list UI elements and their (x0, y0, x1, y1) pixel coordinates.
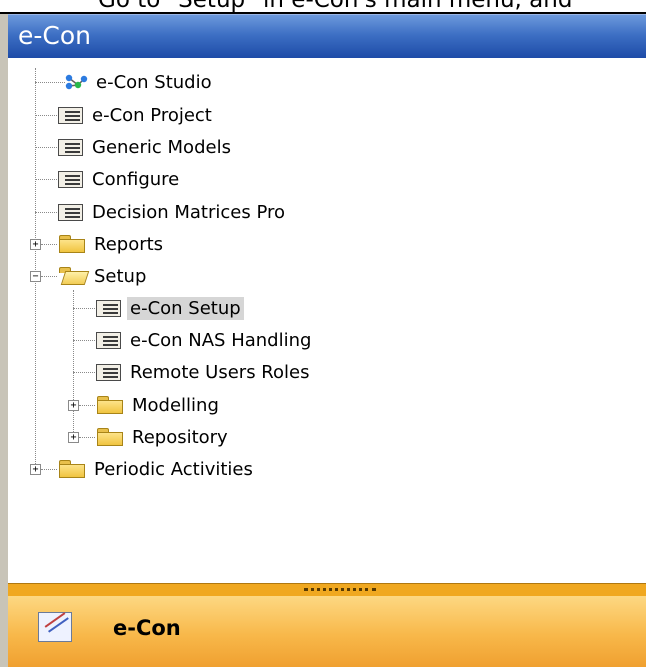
form-list-icon (96, 298, 122, 318)
tree-connector (35, 212, 57, 214)
folder-icon (96, 395, 124, 415)
tree-line-setup (73, 290, 75, 434)
tree-item-label: Setup (94, 265, 147, 287)
collapse-setup-button[interactable]: − (30, 271, 41, 282)
tree-connector (35, 147, 57, 149)
tree-item-reports[interactable]: Reports (58, 230, 166, 258)
expand-repository-button[interactable]: + (68, 432, 79, 443)
tree-item-label: e-Con Project (92, 104, 212, 126)
folder-icon (96, 427, 124, 447)
form-list-icon (58, 137, 84, 157)
folder-open-icon (58, 266, 90, 286)
tree-connector (35, 179, 57, 181)
tree-connector (41, 276, 57, 278)
tree-item-configure[interactable]: Configure (58, 165, 182, 193)
tree-line-root (35, 68, 37, 464)
header-title: e-Con (18, 21, 91, 50)
tree-item-econ-project[interactable]: e-Con Project (58, 101, 215, 129)
footer-title: e-Con (113, 616, 181, 640)
form-list-icon (96, 362, 122, 382)
tree-item-label: Reports (94, 233, 164, 255)
tree-item-decision-matrices-pro[interactable]: Decision Matrices Pro (58, 198, 288, 226)
tree-connector (73, 308, 95, 310)
tree-item-label: Decision Matrices Pro (92, 201, 285, 223)
panel-header: e-Con (8, 14, 646, 59)
folder-icon (58, 234, 86, 254)
tree-connector (41, 469, 57, 471)
form-list-icon (58, 105, 84, 125)
tree-item-label: e-Con Studio (96, 71, 212, 93)
tree-item-label: Repository (132, 426, 228, 448)
tree-item-modelling[interactable]: Modelling (96, 391, 222, 419)
form-list-icon (58, 169, 84, 189)
navigation-pane-button[interactable]: e-Con (8, 596, 646, 667)
tree-item-label: e-Con Setup (127, 296, 244, 320)
tree-item-repository[interactable]: Repository (96, 423, 231, 451)
form-list-icon (96, 330, 122, 350)
tree-connector (73, 340, 95, 342)
expand-modelling-button[interactable]: + (68, 400, 79, 411)
tree-connector (73, 372, 95, 374)
form-list-icon (58, 202, 84, 222)
panel-splitter[interactable] (8, 583, 646, 597)
tree-item-remote-users-roles[interactable]: Remote Users Roles (96, 358, 312, 386)
tree-item-label: Modelling (132, 394, 219, 416)
tree-item-label: Periodic Activities (94, 458, 253, 480)
tree-connector (35, 115, 57, 117)
tree-connector (79, 405, 95, 407)
network-nodes-icon (64, 72, 88, 92)
tree-connector (35, 82, 65, 84)
expand-periodic-activities-button[interactable]: + (30, 464, 41, 475)
tree-item-label: Remote Users Roles (130, 361, 310, 383)
chart-grid-icon (38, 612, 72, 642)
tree-item-periodic-activities[interactable]: Periodic Activities (58, 455, 256, 483)
tree-connector (79, 437, 95, 439)
tree-item-generic-models[interactable]: Generic Models (58, 133, 234, 161)
tree-item-label: Configure (92, 168, 180, 190)
tree-item-label: e-Con NAS Handling (130, 329, 312, 351)
tree-item-econ-nas-handling[interactable]: e-Con NAS Handling (96, 326, 314, 354)
tree-item-label: Generic Models (92, 136, 231, 158)
expand-reports-button[interactable]: + (30, 239, 41, 250)
tree-item-setup[interactable]: Setup (58, 262, 149, 290)
tree-item-econ-studio[interactable]: e-Con Studio (64, 68, 215, 96)
navigation-tree: + − + + + e-Con Studio e-Con Project Gen… (8, 58, 646, 583)
tree-item-econ-setup[interactable]: e-Con Setup (96, 294, 244, 322)
splitter-grip-icon[interactable] (304, 588, 376, 594)
folder-icon (58, 459, 86, 479)
tree-connector (41, 244, 57, 246)
